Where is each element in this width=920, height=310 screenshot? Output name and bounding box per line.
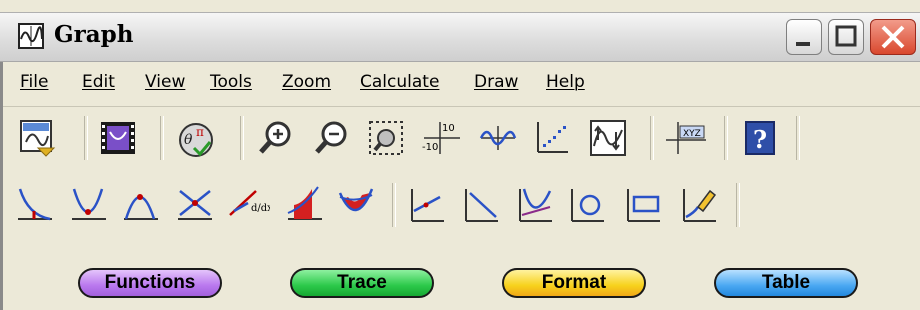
minimize-button[interactable] (786, 19, 822, 55)
rectangle-icon (627, 189, 660, 222)
toolbar-separator (160, 116, 164, 160)
menu-tools[interactable]: Tools (210, 72, 252, 92)
zero-icon (18, 188, 52, 221)
toolbar-separator (392, 183, 396, 227)
xyz-coordinates-icon: XYZ (666, 122, 706, 154)
svg-text:θ: θ (184, 132, 193, 148)
trace-graph-icon (590, 120, 626, 156)
circle-button[interactable] (564, 183, 608, 227)
zoom-box-button[interactable] (364, 116, 408, 160)
area-between-icon (338, 188, 374, 212)
tangent-line-icon (465, 189, 498, 222)
line-segment-icon (411, 189, 444, 222)
zero-button[interactable] (12, 183, 56, 227)
integral-icon (287, 186, 322, 220)
svg-text:d/dx: d/dx (251, 203, 270, 214)
theta-pi-settings-icon: θ π (179, 123, 213, 157)
window-title: Graph (54, 21, 134, 48)
format-button[interactable]: Format (502, 268, 646, 298)
svg-text:?: ? (753, 125, 767, 154)
video-icon (101, 122, 135, 154)
intersection-button[interactable] (172, 183, 216, 227)
svg-text:-10: -10 (422, 142, 438, 153)
normal-line-button[interactable] (512, 183, 556, 227)
open-graph-icon (20, 120, 56, 157)
toolbar-separator (240, 116, 244, 160)
menu-edit[interactable]: Edit (82, 72, 115, 92)
functions-button[interactable]: Functions (78, 268, 222, 298)
tangent-line-button[interactable] (458, 183, 502, 227)
integral-button[interactable] (282, 183, 326, 227)
video-button[interactable] (96, 116, 140, 160)
intersection-icon (178, 190, 212, 220)
toolbar-separator (724, 116, 728, 160)
area-between-button[interactable] (334, 183, 378, 227)
close-button[interactable] (870, 19, 916, 55)
derivative-icon: d/dx (229, 190, 270, 216)
graph-window: Graph File Edit View Tools Zoom Calculat… (0, 0, 920, 310)
svg-text:π: π (196, 125, 204, 139)
help-button[interactable]: ? (738, 116, 782, 160)
calculate-toolbar: d/dx (0, 175, 920, 237)
rectangle-button[interactable] (620, 183, 664, 227)
svg-text:10: 10 (442, 123, 455, 134)
svg-text:XYZ: XYZ (683, 129, 701, 139)
help-icon: ? (745, 121, 775, 155)
minimum-button[interactable] (66, 183, 110, 227)
zoom-in-button[interactable] (254, 116, 298, 160)
toolbar-separator (796, 116, 800, 160)
xyz-coordinates-button[interactable]: XYZ (664, 116, 708, 160)
maximize-button[interactable] (828, 19, 864, 55)
menu-zoom[interactable]: Zoom (282, 72, 331, 92)
trace-graph-button[interactable] (586, 116, 630, 160)
menu-bar: File Edit View Tools Zoom Calculate Draw… (0, 62, 920, 107)
maximum-icon (124, 194, 158, 220)
menu-draw[interactable]: Draw (474, 72, 518, 92)
pencil-draw-button[interactable] (676, 183, 720, 227)
zoom-in-icon (259, 121, 291, 154)
normal-line-icon (519, 188, 552, 222)
quick-buttons-bar: Functions Trace Format Table (0, 252, 920, 310)
menu-file[interactable]: File (20, 72, 48, 92)
zoom-out-button[interactable] (310, 116, 354, 160)
main-toolbar: θ π 10 -10 XYZ ? (0, 108, 920, 168)
toolbar-separator (736, 183, 740, 227)
sine-wave-icon (479, 126, 517, 150)
maximum-button[interactable] (118, 183, 162, 227)
circle-icon (571, 189, 604, 222)
zoom-out-icon (315, 121, 347, 154)
toolbar-separator (650, 116, 654, 160)
menu-view[interactable]: View (145, 72, 185, 92)
trace-button[interactable]: Trace (290, 268, 434, 298)
scatter-plot-button[interactable] (530, 116, 574, 160)
scatter-plot-icon (537, 122, 568, 153)
sine-wave-button[interactable] (476, 116, 520, 160)
theta-pi-settings-button[interactable]: θ π (174, 116, 218, 160)
open-graph-button[interactable] (16, 116, 60, 160)
menu-help[interactable]: Help (546, 72, 585, 92)
axes-range-icon: 10 -10 (422, 122, 460, 154)
toolbar-separator (84, 116, 88, 160)
title-bar[interactable]: Graph (0, 12, 920, 62)
menu-calculate[interactable]: Calculate (360, 72, 439, 92)
minimum-icon (72, 188, 106, 220)
window-left-border (0, 62, 3, 310)
maximize-icon (835, 25, 857, 47)
zoom-box-icon (369, 121, 403, 155)
close-icon (881, 25, 905, 49)
axes-range-button[interactable]: 10 -10 (420, 116, 464, 160)
minimize-icon (796, 42, 810, 46)
table-button[interactable]: Table (714, 268, 858, 298)
graph-app-icon (18, 23, 44, 49)
pencil-draw-icon (683, 189, 717, 222)
line-segment-button[interactable] (404, 183, 448, 227)
derivative-button[interactable]: d/dx (226, 183, 270, 227)
